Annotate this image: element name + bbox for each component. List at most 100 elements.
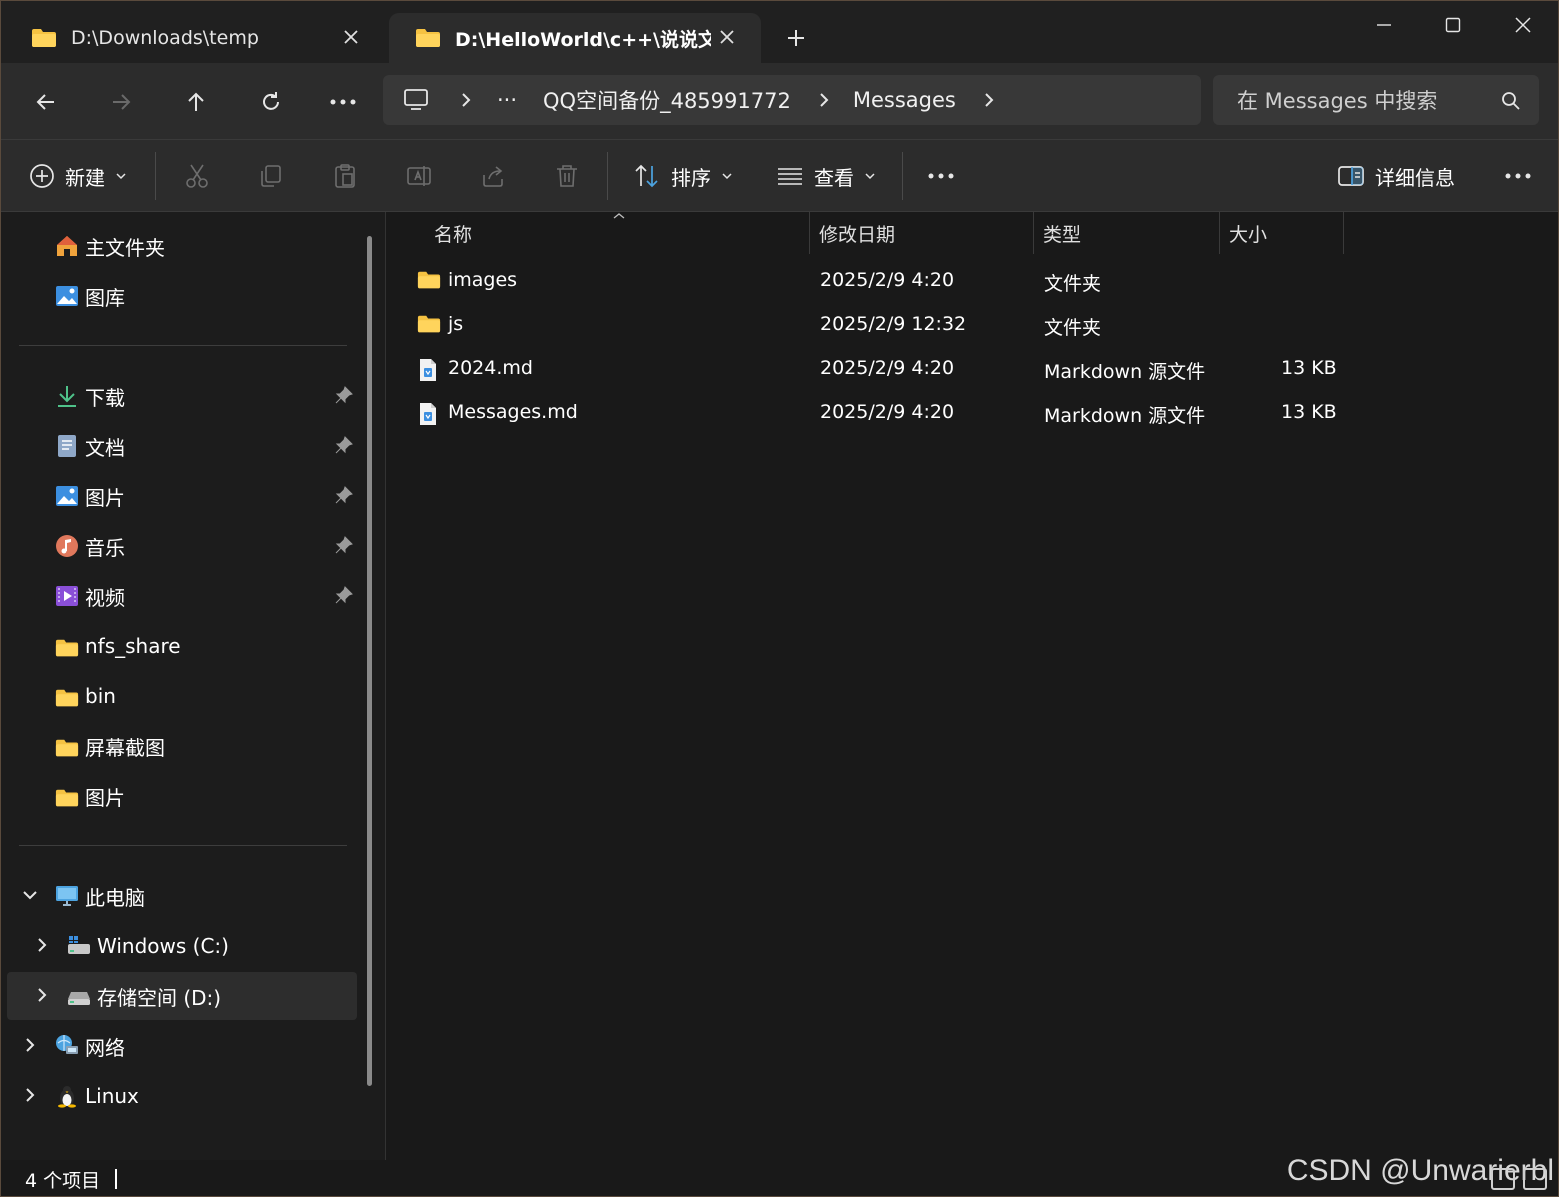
more-nav-button[interactable] [328,87,358,117]
chevron-right-icon[interactable] [33,936,51,954]
sidebar-item-storage-d[interactable]: 存储空间 (D:) [7,972,357,1020]
pin-icon[interactable] [335,436,353,454]
chevron-right-icon[interactable] [459,92,473,108]
video-icon [56,586,78,606]
minimize-button[interactable] [1361,9,1407,41]
details-pane-button[interactable]: 详细信息 [1337,158,1455,194]
close-tab-icon[interactable] [715,25,739,49]
sidebar-item-videos[interactable]: 视频 [1,572,357,620]
sidebar-item-linux[interactable]: Linux [1,1072,357,1120]
copy-button[interactable] [258,158,284,194]
sidebar-item-label: Windows (C:) [97,934,229,958]
toolbar-divider [607,152,608,200]
forward-button[interactable] [106,87,136,117]
rename-button[interactable] [406,158,432,194]
chevron-right-icon[interactable] [21,1086,39,1104]
minimize-icon [1377,24,1391,26]
sidebar-divider [19,845,347,846]
pin-icon[interactable] [335,386,353,404]
pin-icon[interactable] [335,486,353,504]
see-more-button[interactable] [1504,158,1532,194]
navigation-pane: 主文件夹 图库 下载 文档 图片 音乐 视频 nfs_share bin 屏幕截… [1,212,386,1160]
chevron-right-icon[interactable] [33,986,51,1004]
tiles-view-toggle-icon[interactable] [1523,1168,1547,1190]
search-input[interactable] [1235,85,1489,117]
table-row[interactable]: images 2025/2/9 4:20 文件夹 [387,260,1558,304]
column-divider[interactable] [809,212,810,254]
new-button[interactable]: 新建 [29,158,127,194]
breadcrumb-qq-backup[interactable]: QQ空间备份_485991772 [543,85,791,115]
folder-icon [416,29,440,47]
details-pane-icon [1338,166,1364,186]
folder-icon [55,689,79,707]
file-type: 文件夹 [1044,273,1102,295]
folder-icon [55,789,79,807]
sidebar-item-bin[interactable]: bin [1,672,357,720]
breadcrumb-overflow[interactable]: ··· [497,88,517,112]
sidebar-item-label: 下载 [85,385,125,410]
pin-icon[interactable] [335,586,353,604]
sidebar-item-pictures-folder[interactable]: 图片 [1,772,357,820]
sidebar-item-nfs-share[interactable]: nfs_share [1,622,357,670]
column-header-date[interactable]: 修改日期 [819,212,895,254]
sidebar-item-documents[interactable]: 文档 [1,422,357,470]
chevron-right-icon[interactable] [21,1036,39,1054]
more-commands-button[interactable] [927,158,955,194]
pin-icon[interactable] [335,536,353,554]
tab-downloads-temp[interactable]: D:\Downloads\temp [5,13,385,63]
table-row[interactable]: Messages.md 2025/2/9 4:20 Markdown 源文件 1… [387,392,1558,436]
new-tab-icon[interactable] [781,23,811,53]
file-size: 13 KB [1281,401,1337,423]
column-divider[interactable] [1343,212,1344,254]
column-divider[interactable] [1033,212,1034,254]
sidebar-item-screenshots[interactable]: 屏幕截图 [1,722,357,770]
tab-helloworld-active[interactable]: D:\HelloWorld\c++\说说文件 [389,13,761,63]
address-bar[interactable]: ··· QQ空间备份_485991772 Messages [383,75,1201,125]
file-date: 2025/2/9 12:32 [820,313,967,335]
sidebar-item-downloads[interactable]: 下载 [1,372,357,420]
column-header-name[interactable]: 名称 [434,212,472,254]
cut-button[interactable] [184,158,210,194]
chevron-down-icon[interactable] [21,886,39,904]
search-icon[interactable] [1501,91,1521,111]
sidebar-item-pictures[interactable]: 图片 [1,472,357,520]
breadcrumb-messages[interactable]: Messages [853,88,956,112]
markdown-file-icon [420,359,436,381]
share-button[interactable] [480,158,506,194]
chevron-right-icon[interactable] [817,92,831,108]
close-window-button[interactable] [1500,9,1546,41]
command-bar: 新建 排序 查看 详细信息 [1,140,1558,212]
sidebar-item-home[interactable]: 主文件夹 [1,222,357,270]
music-icon [56,535,78,557]
delete-button[interactable] [554,158,580,194]
refresh-button[interactable] [256,87,286,117]
column-divider[interactable] [1219,212,1220,254]
table-row[interactable]: 2024.md 2025/2/9 4:20 Markdown 源文件 13 KB [387,348,1558,392]
search-box[interactable] [1213,75,1539,125]
table-row[interactable]: js 2025/2/9 12:32 文件夹 [387,304,1558,348]
sidebar-item-this-pc[interactable]: 此电脑 [1,872,357,920]
up-button[interactable] [181,87,211,117]
sort-button[interactable]: 排序 [633,158,733,194]
sidebar-item-network[interactable]: 网络 [1,1022,357,1070]
view-list-icon [778,168,802,185]
sidebar-item-label: 屏幕截图 [85,735,165,760]
sidebar-item-windows-c[interactable]: Windows (C:) [1,922,357,970]
trash-icon [557,165,577,187]
details-view-toggle-icon[interactable] [1491,1168,1515,1190]
refresh-icon [263,92,279,110]
close-tab-icon[interactable] [339,25,363,49]
back-button[interactable] [31,87,61,117]
details-label: 详细信息 [1375,165,1455,190]
chevron-right-icon[interactable] [982,92,996,108]
view-button[interactable]: 查看 [776,158,876,194]
sidebar-item-gallery[interactable]: 图库 [1,272,357,320]
column-header-size[interactable]: 大小 [1229,212,1267,254]
sidebar-scrollbar[interactable] [367,236,372,1086]
column-header-type[interactable]: 类型 [1043,212,1081,254]
maximize-button[interactable] [1430,9,1476,41]
paste-button[interactable] [332,158,358,194]
download-icon [58,386,76,407]
sidebar-item-music[interactable]: 音乐 [1,522,357,570]
drive-icon [68,992,90,1005]
